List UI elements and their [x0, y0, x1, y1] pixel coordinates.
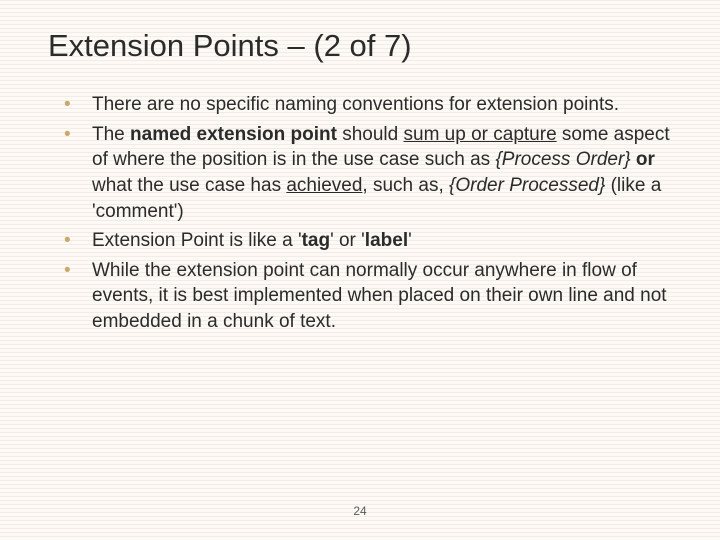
slide-content: Extension Points – (2 of 7) There are no…	[0, 0, 720, 540]
underline-text: achieved	[286, 175, 362, 196]
slide-title: Extension Points – (2 of 7)	[48, 28, 672, 64]
bullet-text: '	[408, 230, 412, 251]
bold-text: tag	[302, 230, 331, 251]
bullet-item: There are no specific naming conventions…	[64, 92, 672, 118]
bullet-text: should	[337, 124, 404, 145]
bullet-text: , such as,	[362, 175, 449, 196]
bold-text: or	[636, 149, 655, 170]
bullet-text: While the extension point can normally o…	[92, 260, 667, 332]
italic-text: {Order Processed}	[449, 175, 605, 196]
bold-text: label	[365, 230, 408, 251]
bullet-text: what the use case has	[92, 175, 286, 196]
underline-text: sum up or capture	[404, 124, 557, 145]
bullet-item: The named extension point should sum up …	[64, 122, 672, 225]
bullet-item: While the extension point can normally o…	[64, 258, 672, 335]
page-number: 24	[0, 504, 720, 518]
italic-text: {Process Order}	[495, 149, 630, 170]
bullet-text: ' or '	[330, 230, 365, 251]
bullet-text: Extension Point is like a '	[92, 230, 302, 251]
bullet-text: The	[92, 124, 130, 145]
bold-text: named extension point	[130, 124, 337, 145]
bullet-list: There are no specific naming conventions…	[48, 92, 672, 335]
bullet-text: There are no specific naming conventions…	[92, 94, 619, 115]
bullet-item: Extension Point is like a 'tag' or 'labe…	[64, 228, 672, 254]
